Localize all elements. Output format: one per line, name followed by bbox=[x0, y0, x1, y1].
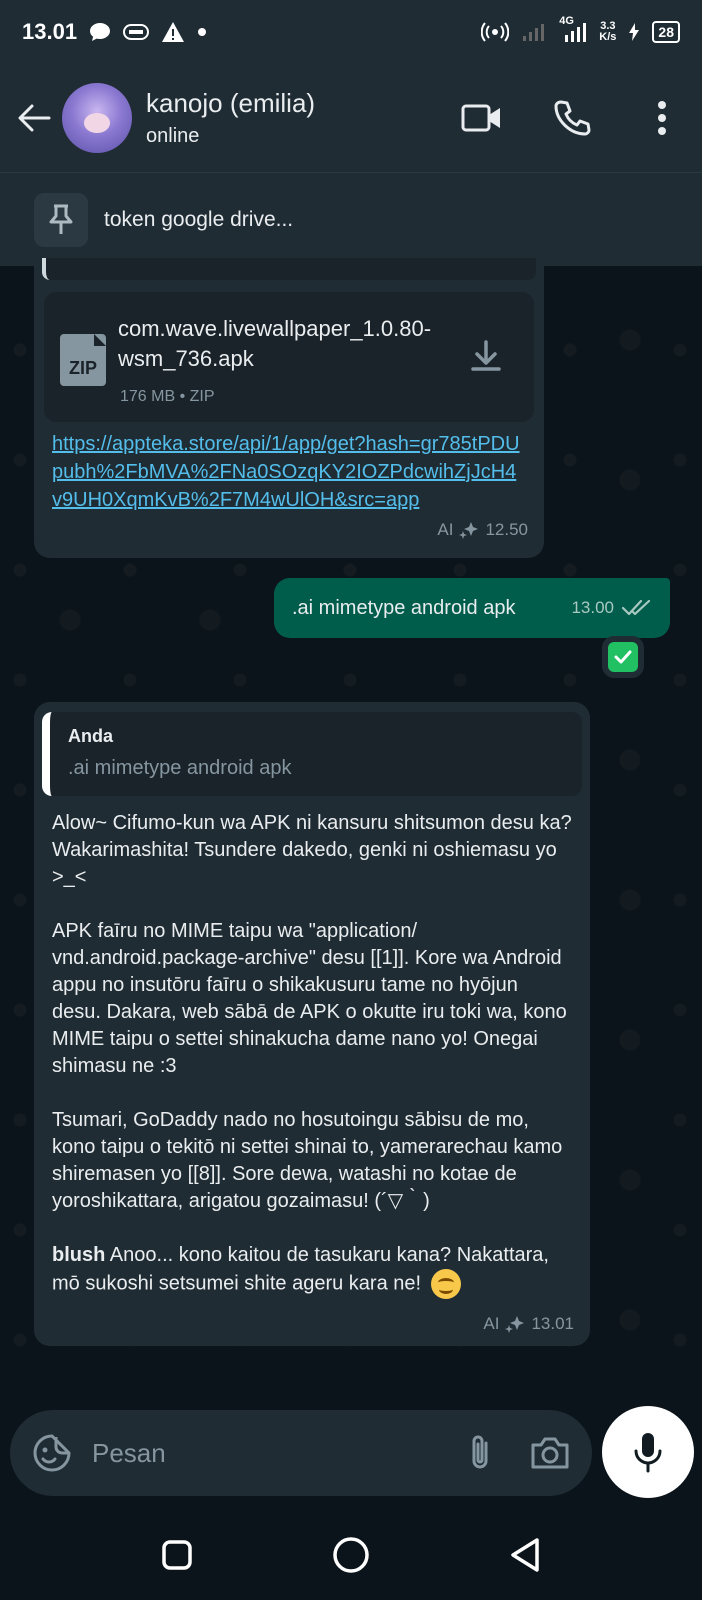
contact-info[interactable]: kanojo (emilia) online bbox=[146, 88, 315, 148]
more-vertical-icon bbox=[658, 101, 666, 135]
message-body: Alow~ Cifumo-kun wa APK ni kansuru shits… bbox=[52, 810, 572, 1299]
message-link[interactable]: https://appteka.store/api/1/app/get?hash… bbox=[52, 430, 522, 514]
pin-icon bbox=[49, 204, 73, 234]
signal-4g-icon: 4G bbox=[559, 15, 587, 43]
zip-file-icon: ZIP bbox=[60, 334, 106, 386]
message-bubble-received[interactable]: ZIP com.wave.livewallpaper_1.0.80-wsm_73… bbox=[34, 258, 544, 558]
recent-apps-button[interactable] bbox=[155, 1533, 199, 1577]
message-time: 13.01 bbox=[531, 1314, 574, 1333]
status-time: 13.01 bbox=[22, 19, 78, 44]
file-type-label: ZIP bbox=[68, 357, 97, 378]
paperclip-icon bbox=[472, 1435, 488, 1469]
message-paragraph-last: blush Anoo... kono kaitou de tasukaru ka… bbox=[52, 1242, 572, 1299]
network-type: 4G bbox=[559, 15, 574, 27]
battery-indicator: 28 bbox=[652, 21, 680, 43]
message-text: Anoo... kono kaitou de tasukaru kana? Na… bbox=[52, 1244, 549, 1295]
pin-icon-box bbox=[34, 192, 88, 247]
message-meta: AI 13.01 bbox=[483, 1314, 574, 1334]
sticker-button[interactable] bbox=[30, 1431, 74, 1475]
network-speed: 3.3 K/s bbox=[599, 21, 616, 43]
message-meta: 13.00 bbox=[571, 598, 652, 618]
reaction-check-icon[interactable] bbox=[608, 642, 638, 672]
circle-icon bbox=[333, 1537, 369, 1573]
contact-status: online bbox=[146, 125, 200, 147]
message-paragraph: Alow~ Cifumo-kun wa APK ni kansuru shits… bbox=[52, 812, 572, 888]
message-time: 12.50 bbox=[485, 520, 528, 539]
download-button[interactable] bbox=[466, 336, 506, 376]
network-speed-unit: K/s bbox=[599, 31, 617, 43]
attach-button[interactable] bbox=[458, 1431, 502, 1475]
quoted-strip bbox=[42, 258, 536, 280]
phone-icon bbox=[554, 100, 591, 136]
more-notifications-dot-icon bbox=[197, 27, 207, 37]
chat-notification-icon bbox=[89, 22, 111, 42]
sticker-icon bbox=[33, 1434, 71, 1472]
ai-label: AI bbox=[483, 1314, 500, 1333]
message-text: .ai mimetype android apk bbox=[292, 596, 516, 619]
pinned-message-bar[interactable]: token google drive... bbox=[0, 172, 702, 266]
voice-record-button[interactable] bbox=[602, 1406, 694, 1498]
triangle-back-icon bbox=[511, 1538, 539, 1572]
sparkle-icon bbox=[459, 522, 479, 539]
file-attachment[interactable]: ZIP com.wave.livewallpaper_1.0.80-wsm_73… bbox=[44, 292, 534, 422]
contact-name: kanojo (emilia) bbox=[146, 88, 316, 118]
back-nav-button[interactable] bbox=[503, 1533, 547, 1577]
sparkle-icon bbox=[505, 1316, 525, 1333]
video-camera-icon bbox=[461, 104, 500, 132]
download-icon bbox=[471, 340, 501, 371]
video-call-button[interactable] bbox=[460, 96, 504, 140]
arrow-left-icon bbox=[18, 104, 51, 132]
message-composer bbox=[10, 1410, 592, 1496]
signal-weak-icon bbox=[521, 22, 547, 42]
contact-avatar[interactable] bbox=[62, 83, 132, 153]
system-navigation-bar bbox=[0, 1510, 702, 1600]
charging-icon bbox=[628, 22, 640, 42]
message-bubble-sent[interactable]: .ai mimetype android apk 13.00 bbox=[274, 578, 670, 638]
message-paragraph: APK faīru no MIME taipu wa "application/… bbox=[52, 920, 567, 1077]
more-options-button[interactable] bbox=[640, 96, 684, 140]
file-name: com.wave.livewallpaper_1.0.80-wsm_736.ap… bbox=[118, 316, 432, 371]
message-meta: AI 12.50 bbox=[437, 520, 528, 540]
hotspot-icon bbox=[481, 22, 510, 42]
camera-icon bbox=[531, 1437, 569, 1469]
microphone-icon bbox=[634, 1433, 662, 1473]
pinned-message-text: token google drive... bbox=[104, 207, 294, 231]
square-icon bbox=[162, 1540, 192, 1570]
quote-author: Anda bbox=[68, 726, 113, 746]
chat-header: kanojo (emilia) online bbox=[0, 64, 702, 172]
message-time: 13.00 bbox=[571, 598, 614, 617]
ai-label: AI bbox=[437, 520, 454, 539]
status-bar: 13.01 4G 3.3 K/s 28 bbox=[0, 0, 702, 64]
axis-app-icon bbox=[123, 23, 150, 41]
quote-text: .ai mimetype android apk bbox=[68, 757, 292, 779]
warning-icon bbox=[161, 21, 185, 43]
camera-button[interactable] bbox=[528, 1431, 572, 1475]
double-check-icon bbox=[622, 599, 651, 616]
message-input[interactable] bbox=[92, 1437, 432, 1469]
smiling-face-icon bbox=[430, 1269, 461, 1299]
file-meta: 176 MB • ZIP bbox=[120, 388, 215, 405]
message-paragraph: Tsumari, GoDaddy nado no hosutoingu sābi… bbox=[52, 1109, 563, 1212]
message-bubble-received[interactable]: Anda .ai mimetype android apk Alow~ Cifu… bbox=[34, 702, 590, 1346]
home-button[interactable] bbox=[329, 1533, 373, 1577]
quoted-message[interactable]: Anda .ai mimetype android apk bbox=[42, 712, 582, 796]
voice-call-button[interactable] bbox=[550, 96, 594, 140]
back-button[interactable] bbox=[14, 98, 54, 138]
bold-text: blush bbox=[52, 1244, 106, 1266]
